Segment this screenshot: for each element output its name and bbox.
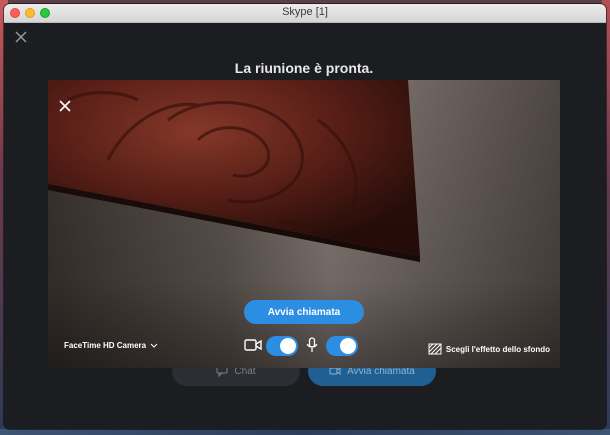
start-call-button[interactable]: Avvia chiamata <box>244 300 364 324</box>
page-title: La riunione è pronta. <box>234 60 374 76</box>
window-title: Skype [1] <box>282 6 328 18</box>
microphone-toggle[interactable] <box>326 336 358 356</box>
close-icon[interactable] <box>58 99 72 113</box>
chevron-down-icon <box>150 343 158 348</box>
microphone-icon <box>306 337 318 352</box>
video-toggle-knob <box>280 338 296 354</box>
camera-name: FaceTime HD Camera <box>64 341 147 350</box>
video-camera-icon <box>244 339 262 351</box>
skype-window: Skype [1] La riunione è pronta. Chat Avv… <box>4 4 606 429</box>
camera-selector[interactable]: FaceTime HD Camera <box>64 341 158 350</box>
background-effect-label: Scegli l'effetto dello sfondo <box>445 344 550 354</box>
desktop-wallpaper-bottom <box>0 429 610 435</box>
video-toggle[interactable] <box>266 336 298 356</box>
camera-image <box>48 80 560 368</box>
camera-preview: Avvia chiamata FaceTime HD Camera Scegli… <box>48 80 560 368</box>
microphone-toggle-knob <box>340 338 356 354</box>
background-effect-button[interactable]: Scegli l'effetto dello sfondo <box>428 343 550 355</box>
close-icon[interactable] <box>14 30 28 44</box>
background-effect-icon <box>428 343 442 355</box>
title-bar[interactable]: Skype [1] <box>4 4 606 23</box>
